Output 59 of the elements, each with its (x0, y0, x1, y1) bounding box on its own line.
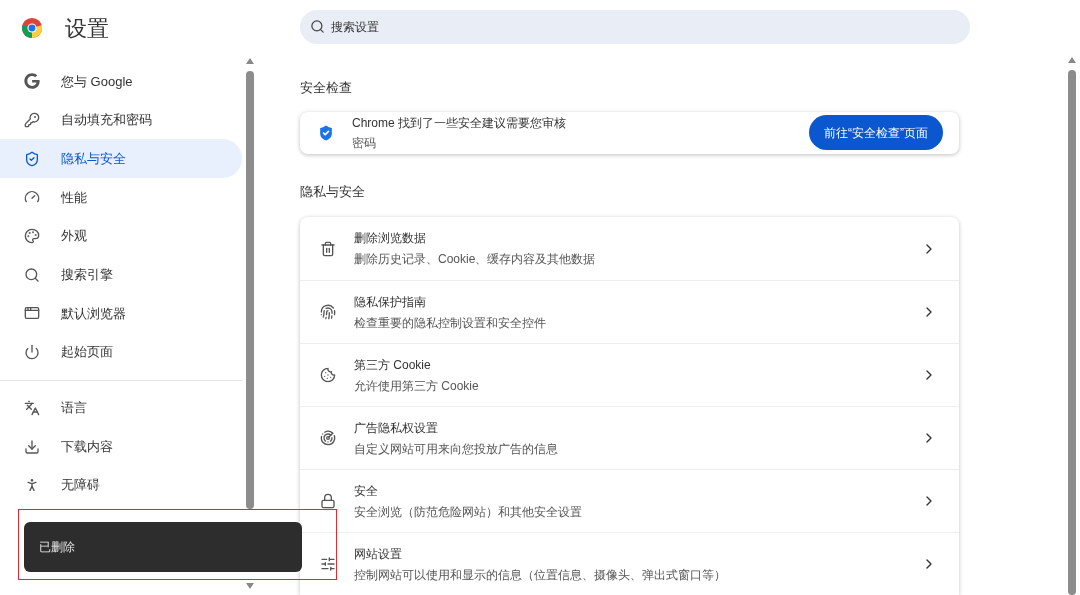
row-subtitle: 安全浏览（防范危险网站）和其他安全设置 (354, 503, 583, 521)
trash-icon (320, 240, 336, 257)
row-subtitle: 控制网站可以使用和显示的信息（位置信息、摄像头、弹出式窗口等） (354, 566, 727, 584)
sidebar-item[interactable]: 性能 (0, 178, 242, 217)
fingerprint-icon (320, 304, 336, 320)
sidebar-item[interactable]: 您与 Google (0, 62, 242, 101)
page-scrollbar-thumb[interactable] (1068, 70, 1076, 595)
sidebar-item[interactable]: 隐私与安全 (0, 139, 242, 179)
person-icon (24, 477, 40, 494)
search-icon (310, 19, 325, 34)
row-subtitle: 删除历史记录、Cookie、缓存内容及其他数据 (354, 251, 597, 268)
download-icon (24, 438, 40, 455)
card-subtitle: 密码 (352, 134, 377, 152)
settings-row[interactable]: 广告隐私权设置 自定义网站可用来向您投放广告的信息 (300, 406, 959, 469)
row-subtitle: 允许使用第三方 Cookie (354, 377, 480, 395)
palette-icon (24, 228, 40, 245)
row-title: 删除浏览数据 (354, 230, 427, 247)
shield-icon (24, 150, 40, 167)
settings-row[interactable]: 安全 安全浏览（防范危险网站）和其他安全设置 (300, 469, 959, 532)
browser-logo-icon (21, 17, 43, 39)
google-icon (24, 73, 40, 90)
safety-check-button[interactable]: 前往“安全检查”页面 (809, 115, 943, 150)
section-heading: 隐私与安全 (300, 182, 366, 201)
sidebar-item[interactable]: 下载内容 (0, 427, 242, 466)
cookie-icon (320, 367, 336, 383)
row-subtitle: 检查重要的隐私控制设置和安全控件 (354, 314, 547, 332)
window-icon (24, 305, 40, 322)
row-subtitle: 自定义网站可用来向您投放广告的信息 (354, 440, 559, 458)
page-title: 设置 (65, 14, 109, 43)
sidebar-item[interactable]: 外观 (0, 216, 242, 256)
sidebar-item[interactable]: 语言 (0, 388, 242, 428)
row-title: 广告隐私权设置 (354, 419, 439, 437)
scrollbar-thumb[interactable] (246, 71, 254, 509)
sidebar-item[interactable]: 无障碍 (0, 465, 242, 505)
settings-row[interactable]: 删除浏览数据 删除历史记录、Cookie、缓存内容及其他数据 (300, 217, 959, 280)
sidebar-item[interactable]: 自动填充和密码 (0, 100, 242, 140)
toast-message: 已删除 (39, 539, 75, 556)
search-icon (24, 266, 40, 283)
settings-row[interactable]: 第三方 Cookie 允许使用第三方 Cookie (300, 343, 959, 406)
power-icon (24, 344, 40, 361)
lock-icon (320, 493, 336, 509)
row-title: 第三方 Cookie (354, 356, 432, 374)
row-title: 隐私保护指南 (354, 293, 427, 311)
sliders-icon (320, 556, 336, 572)
row-title: 安全 (354, 482, 379, 500)
sidebar-item[interactable]: 搜索引擎 (0, 255, 242, 295)
scroll-up-arrow[interactable] (1068, 57, 1076, 63)
translate-icon (24, 399, 40, 416)
scroll-down-arrow[interactable] (246, 583, 254, 589)
search-field[interactable]: 搜索设置 (300, 10, 970, 44)
radar-icon (320, 430, 336, 446)
row-title: 网站设置 (354, 545, 403, 563)
sidebar-item[interactable]: 默认浏览器 (0, 294, 242, 333)
key-icon (24, 112, 40, 129)
sidebar-item[interactable]: 起始页面 (0, 332, 242, 372)
section-heading: 安全检查 (300, 79, 353, 97)
settings-row[interactable]: 隐私保护指南 检查重要的隐私控制设置和安全控件 (300, 280, 959, 343)
scroll-up-arrow[interactable] (246, 58, 254, 64)
card-title: Chrome 找到了一些安全建议需要您审核 (352, 114, 567, 132)
